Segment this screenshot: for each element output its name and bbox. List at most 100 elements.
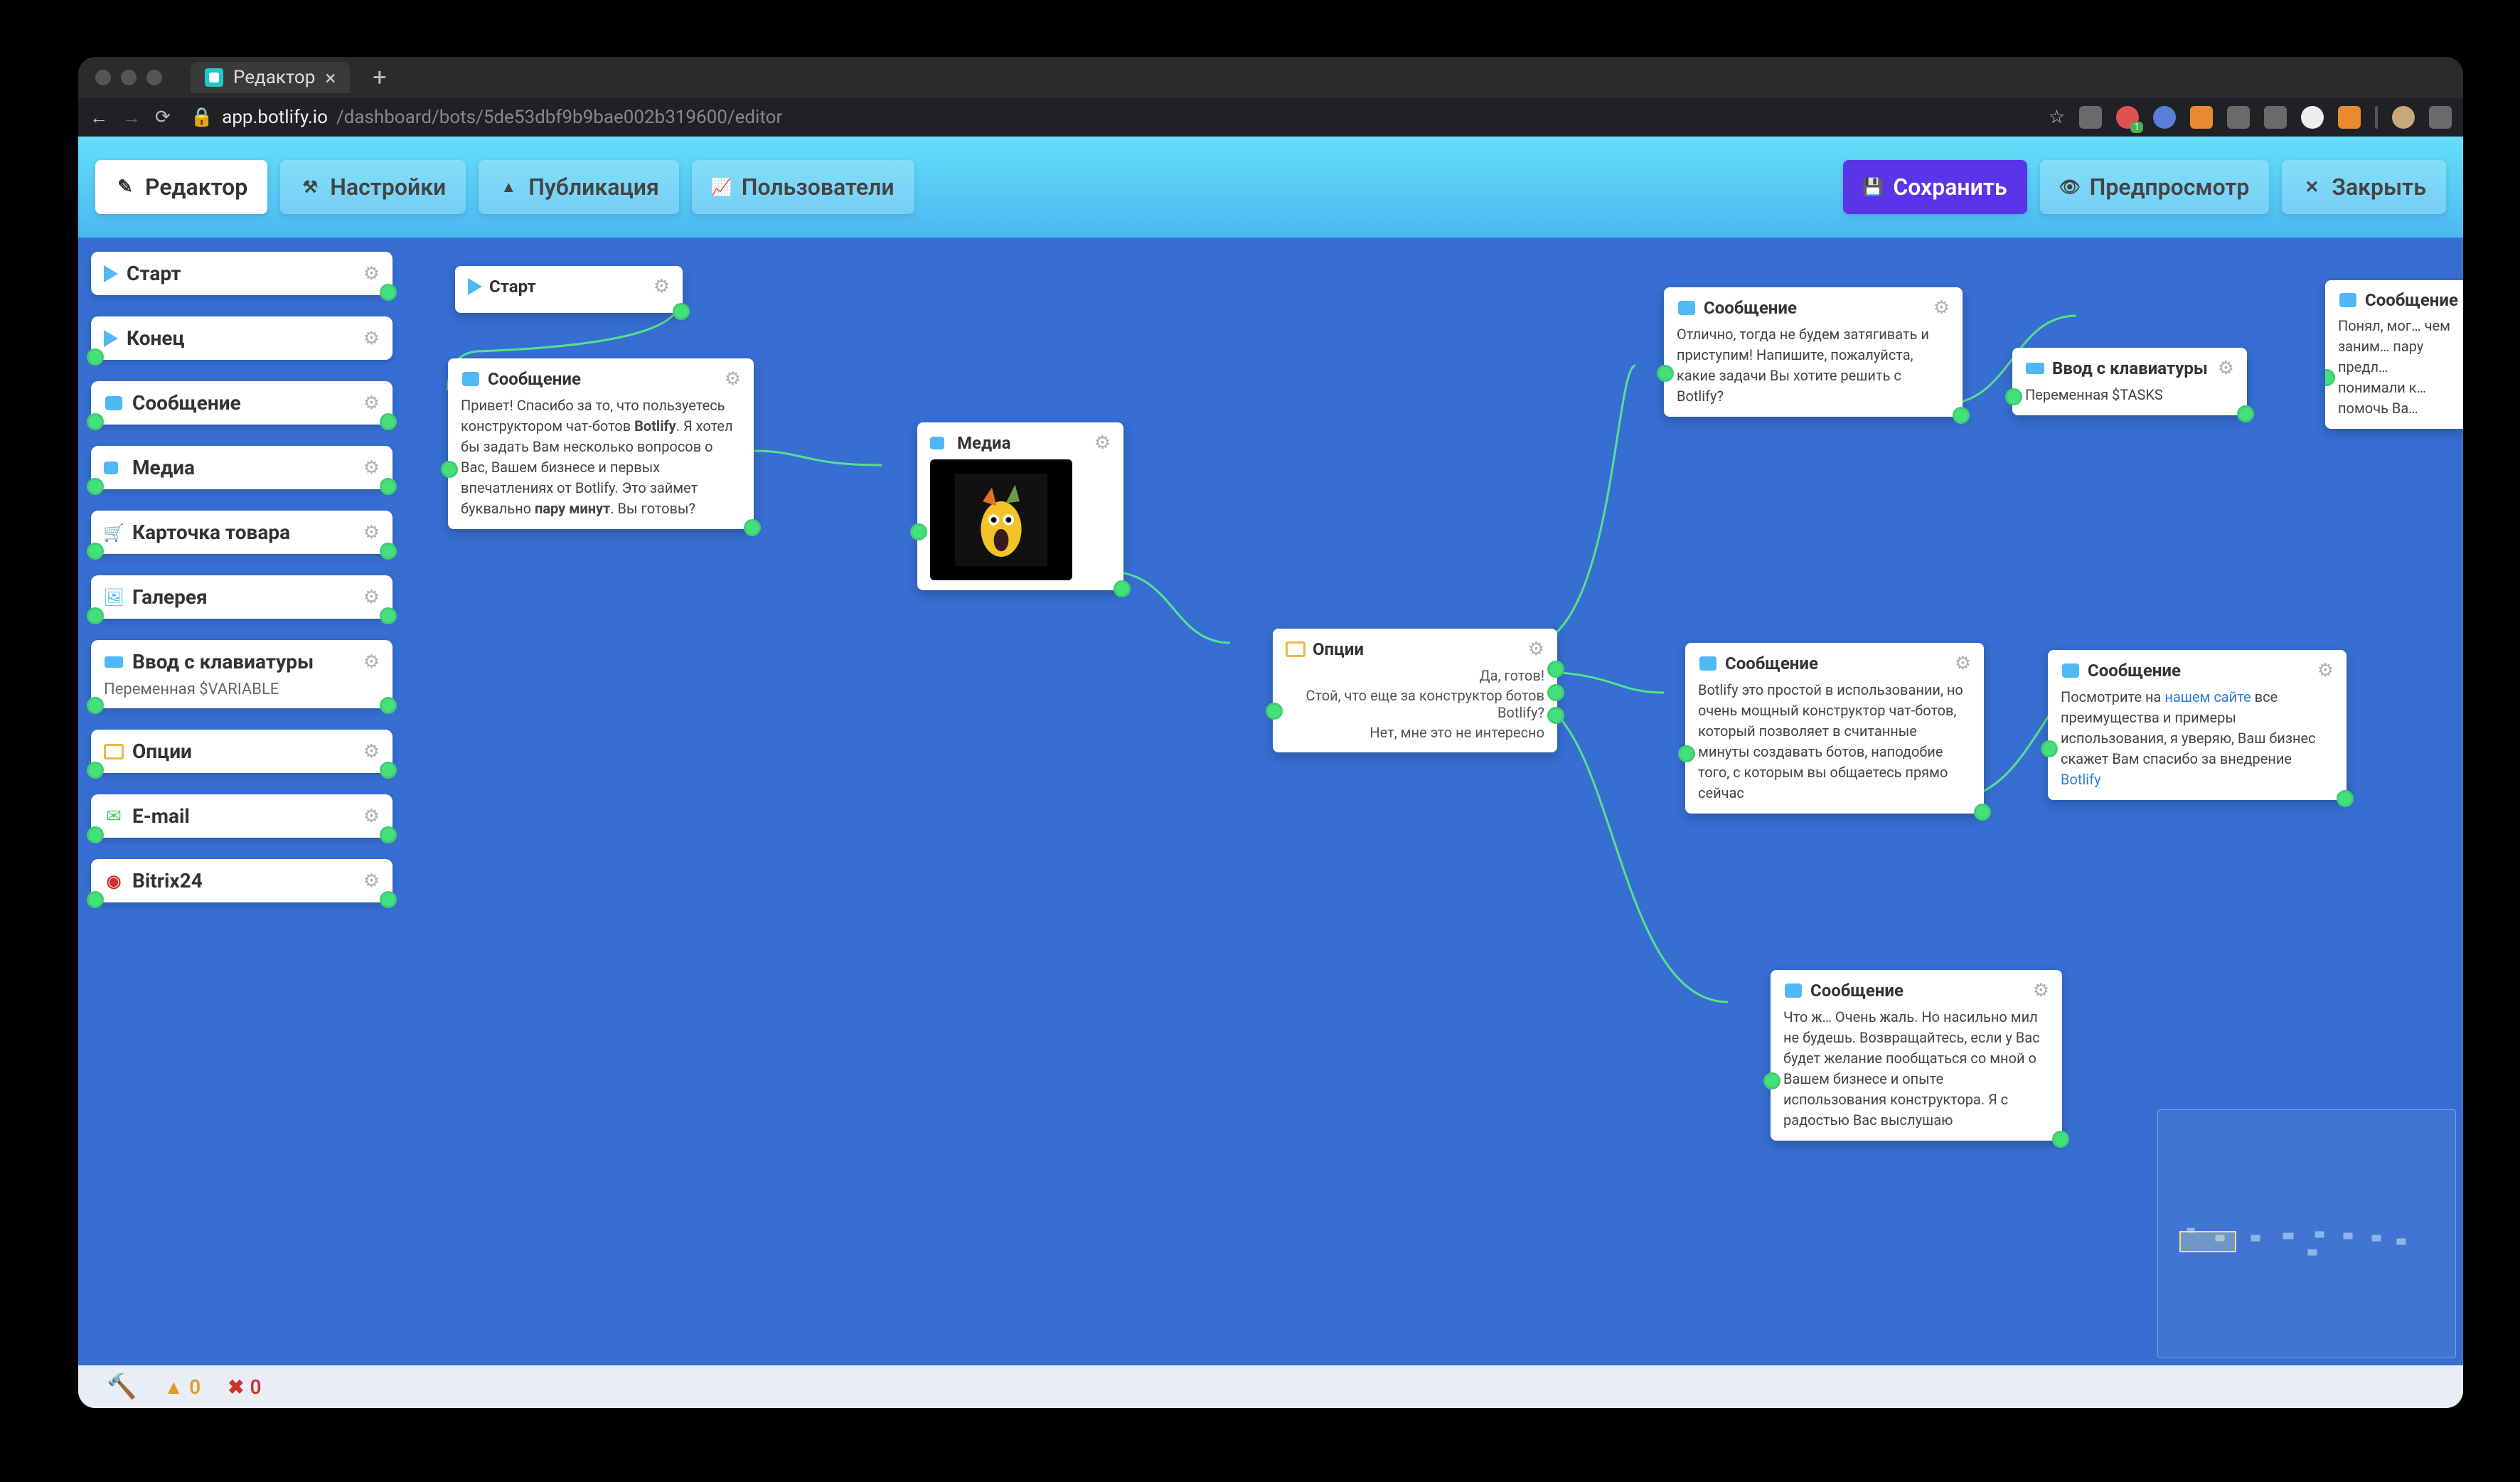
ext-icon[interactable]	[2375, 106, 2378, 129]
port-out[interactable]	[380, 543, 397, 560]
node-message-3[interactable]: Сообщение⚙ Botlify это простой в использ…	[1685, 643, 1984, 814]
node-message-6[interactable]: Сообщение Понял, мог… чем заним… пару пр…	[2325, 280, 2463, 429]
node-start[interactable]: Старт⚙	[455, 266, 683, 313]
port-in[interactable]	[87, 478, 104, 495]
window-controls[interactable]	[90, 70, 168, 85]
sidebar-block-gallery[interactable]: Галерея⚙	[91, 575, 393, 619]
sidebar-block-start[interactable]: Старт⚙	[91, 252, 393, 295]
node-options[interactable]: Опции⚙ Да, готов! Стой, что еще за конст…	[1273, 629, 1557, 752]
gear-icon[interactable]: ⚙	[653, 276, 670, 297]
gear-icon[interactable]: ⚙	[1955, 653, 1971, 674]
port-in[interactable]	[2005, 388, 2022, 405]
node-message-2[interactable]: Сообщение⚙ Отлично, тогда не будем затяг…	[1664, 287, 1963, 417]
port-out[interactable]	[2237, 405, 2254, 422]
port-in[interactable]	[910, 523, 927, 540]
port-out[interactable]	[380, 697, 397, 714]
minimap-viewport[interactable]	[2179, 1231, 2236, 1252]
gear-icon[interactable]: ⚙	[725, 368, 741, 390]
node-input-1[interactable]: Ввод с клавиатуры⚙ Переменная $TASKS	[2012, 348, 2247, 415]
port-out[interactable]	[1547, 661, 1564, 678]
settings-tab-button[interactable]: Настройки	[280, 160, 466, 214]
gear-icon[interactable]: ⚙	[2033, 980, 2049, 1001]
option-row[interactable]: Стой, что еще за конструктор ботов Botli…	[1286, 686, 1544, 723]
ext-icon[interactable]	[2079, 106, 2102, 129]
port-in[interactable]	[87, 891, 104, 908]
port-in[interactable]	[87, 348, 104, 366]
port-out[interactable]	[380, 891, 397, 908]
sidebar-block-product[interactable]: Карточка товара⚙	[91, 511, 393, 554]
node-message-4[interactable]: Сообщение⚙ Посмотрите на нашем сайте все…	[2048, 650, 2347, 800]
port-in[interactable]	[2325, 369, 2335, 386]
port-in[interactable]	[1678, 745, 1695, 762]
port-in[interactable]	[87, 697, 104, 714]
ext-icon[interactable]	[2301, 106, 2324, 129]
sidebar-block-input[interactable]: Ввод с клавиатуры⚙Переменная $VARIABLE	[91, 640, 393, 708]
ext-icon[interactable]	[2116, 106, 2139, 129]
port-out[interactable]	[1114, 580, 1131, 597]
reload-icon[interactable]: ⟳	[155, 107, 171, 128]
gear-icon[interactable]: ⚙	[363, 587, 380, 608]
ext-icon[interactable]	[2264, 106, 2287, 129]
ext-icon[interactable]	[2227, 106, 2250, 129]
gear-icon[interactable]: ⚙	[1528, 639, 1544, 660]
port-in[interactable]	[87, 543, 104, 560]
port-out[interactable]	[1547, 684, 1564, 701]
close-dot[interactable]	[95, 70, 111, 85]
errors-indicator[interactable]: ✖0	[228, 1375, 261, 1399]
save-button[interactable]: Сохранить	[1843, 160, 2027, 214]
gear-icon[interactable]: ⚙	[2218, 358, 2234, 379]
gear-icon[interactable]: ⚙	[363, 651, 380, 673]
tab-close-icon[interactable]: ×	[325, 66, 336, 90]
port-out[interactable]	[1974, 804, 1991, 821]
port-in[interactable]	[1657, 365, 1674, 382]
sidebar-block-media[interactable]: Медиа⚙	[91, 446, 393, 489]
forward-icon[interactable]: →	[122, 107, 141, 129]
ext-icon[interactable]	[2153, 106, 2176, 129]
browser-tab[interactable]: Редактор ×	[191, 62, 350, 93]
gear-icon[interactable]: ⚙	[363, 522, 380, 543]
sidebar-block-email[interactable]: E-mail⚙	[91, 794, 393, 838]
preview-button[interactable]: Предпросмотр	[2040, 160, 2270, 214]
node-message-5[interactable]: Сообщение⚙ Что ж… Очень жаль. Но насильн…	[1771, 970, 2062, 1141]
port-out[interactable]	[2337, 790, 2354, 807]
gear-icon[interactable]: ⚙	[363, 741, 380, 762]
ext-icon[interactable]	[2338, 106, 2361, 129]
gear-icon[interactable]: ⚙	[2317, 660, 2334, 681]
port-out[interactable]	[380, 607, 397, 624]
blocks-sidebar[interactable]: Старт⚙ Конец⚙ Сообщение⚙ Медиа⚙ Карточка…	[78, 238, 405, 1365]
warnings-indicator[interactable]: ▲0	[164, 1375, 201, 1399]
port-out[interactable]	[380, 413, 397, 430]
gear-icon[interactable]: ⚙	[363, 870, 380, 892]
port-out[interactable]	[744, 519, 761, 536]
port-in[interactable]	[87, 762, 104, 779]
port-in[interactable]	[2041, 740, 2058, 757]
gear-icon[interactable]: ⚙	[363, 393, 380, 414]
port-in[interactable]	[441, 461, 458, 478]
star-icon[interactable]: ☆	[2049, 107, 2065, 128]
flow-canvas[interactable]: Старт⚙ Сообщение⚙ Привет! Спасибо за то,…	[405, 238, 2463, 1365]
sidebar-block-bitrix24[interactable]: Bitrix24⚙	[91, 859, 393, 902]
port-out[interactable]	[380, 284, 397, 301]
gear-icon[interactable]: ⚙	[363, 328, 380, 349]
port-in[interactable]	[1266, 703, 1283, 720]
port-in[interactable]	[1763, 1072, 1780, 1089]
port-in[interactable]	[87, 413, 104, 430]
users-tab-button[interactable]: Пользователи	[692, 160, 914, 214]
gear-icon[interactable]: ⚙	[363, 457, 380, 479]
menu-icon[interactable]	[2429, 106, 2452, 129]
close-button[interactable]: Закрыть	[2282, 160, 2446, 214]
sidebar-block-message[interactable]: Сообщение⚙	[91, 381, 393, 425]
publish-tab-button[interactable]: Публикация	[479, 160, 679, 214]
editor-tab-button[interactable]: Редактор	[95, 160, 267, 214]
port-in[interactable]	[87, 826, 104, 843]
port-out[interactable]	[380, 478, 397, 495]
gear-icon[interactable]: ⚙	[363, 806, 380, 827]
minimap[interactable]	[2157, 1109, 2456, 1358]
build-icon[interactable]: 🔨	[107, 1372, 137, 1401]
gear-icon[interactable]: ⚙	[363, 263, 380, 284]
gear-icon[interactable]: ⚙	[1094, 432, 1111, 454]
port-out[interactable]	[673, 303, 690, 320]
sidebar-block-end[interactable]: Конец⚙	[91, 316, 393, 360]
back-icon[interactable]: ←	[90, 107, 108, 129]
gear-icon[interactable]: ⚙	[1933, 297, 1950, 319]
